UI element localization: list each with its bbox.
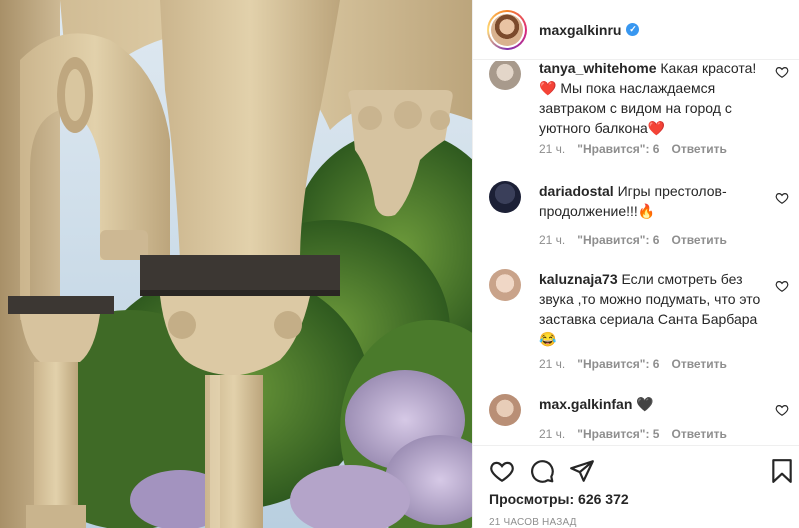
views-count[interactable]: Просмотры: 626 372 <box>489 491 629 507</box>
avatar-inner <box>489 11 525 48</box>
commenter-avatar[interactable] <box>489 181 521 213</box>
post-timestamp[interactable]: 21 ЧАСОВ НАЗАД <box>489 517 577 528</box>
comment-author[interactable]: dariadostal <box>539 183 614 199</box>
reply-button[interactable]: Ответить <box>671 427 726 441</box>
verified-badge-icon: ✓ <box>626 23 640 36</box>
avatar-image <box>491 13 523 46</box>
comment-time: 21 ч. <box>539 427 566 441</box>
post-side-panel: maxgalkinru ✓ tanya_whitehome Какая крас… <box>472 0 799 528</box>
comment-text-block: max.galkinfan 🖤 <box>539 394 764 414</box>
comment-likes[interactable]: "Нравится": 5 <box>577 427 659 441</box>
reply-button[interactable]: Ответить <box>671 233 726 247</box>
post-photo <box>0 0 472 528</box>
comment-text: 🖤 <box>636 396 654 412</box>
like-comment-heart-icon[interactable] <box>775 279 789 293</box>
like-comment-heart-icon[interactable] <box>775 65 789 79</box>
commenter-avatar[interactable] <box>489 394 521 426</box>
like-comment-heart-icon[interactable] <box>775 403 789 417</box>
commenter-avatar[interactable] <box>489 269 521 301</box>
comment-author[interactable]: kaluznaja73 <box>539 271 618 287</box>
reply-button[interactable]: Ответить <box>671 142 726 156</box>
comments-list[interactable]: tanya_whitehome Какая красота! ❤️ Мы пок… <box>473 61 799 444</box>
comment-meta: 21 ч. "Нравится": 6 Ответить <box>539 142 727 156</box>
commenter-avatar[interactable] <box>489 61 521 90</box>
like-comment-heart-icon[interactable] <box>775 191 789 205</box>
comment-meta: 21 ч. "Нравится": 5 Ответить <box>539 427 727 441</box>
comment-time: 21 ч. <box>539 233 566 247</box>
comment-meta: 21 ч. "Нравится": 6 Ответить <box>539 357 727 371</box>
reply-button[interactable]: Ответить <box>671 357 726 371</box>
comment-likes[interactable]: "Нравится": 6 <box>577 233 659 247</box>
comment-text-block: dariadostal Игры престолов-продолжение!!… <box>539 181 764 221</box>
comment-time: 21 ч. <box>539 142 566 156</box>
comment-author[interactable]: tanya_whitehome <box>539 61 656 76</box>
comment-text-block: tanya_whitehome Какая красота! ❤️ Мы пок… <box>539 61 764 138</box>
post-actions: Просмотры: 626 372 21 ЧАСОВ НАЗАД <box>473 445 799 528</box>
heart-icon[interactable] <box>489 458 515 484</box>
comment-likes[interactable]: "Нравится": 6 <box>577 142 659 156</box>
post-header: maxgalkinru ✓ <box>473 0 799 60</box>
comment-author[interactable]: max.galkinfan <box>539 396 632 412</box>
comment-time: 21 ч. <box>539 357 566 371</box>
author-avatar[interactable] <box>487 9 527 50</box>
comment-likes[interactable]: "Нравится": 6 <box>577 357 659 371</box>
comment-icon[interactable] <box>529 458 555 484</box>
bookmark-icon[interactable] <box>769 458 795 484</box>
comment-text-block: kaluznaja73 Если смотреть без звука ,то … <box>539 269 764 349</box>
post-media[interactable] <box>0 0 472 528</box>
comment-meta: 21 ч. "Нравится": 6 Ответить <box>539 233 727 247</box>
share-icon[interactable] <box>569 458 595 484</box>
author-username[interactable]: maxgalkinru <box>539 22 621 38</box>
